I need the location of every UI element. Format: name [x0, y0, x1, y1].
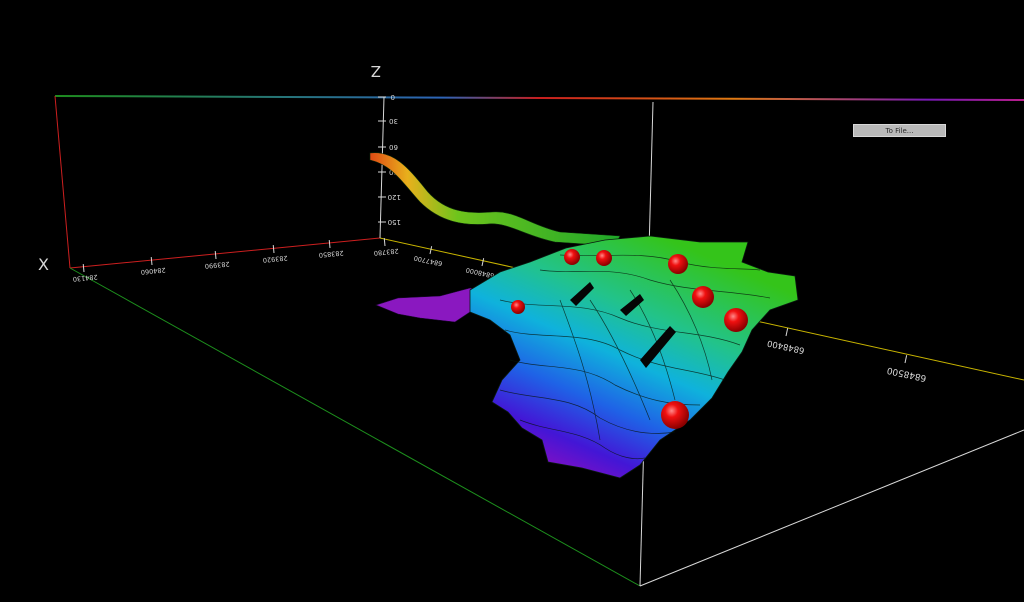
svg-text:284130: 284130: [72, 273, 97, 283]
svg-text:283780: 283780: [373, 247, 398, 257]
surface-ribbon: [369, 152, 621, 247]
box-edge-top: [54, 95, 1024, 101]
box-edge-front-right: [639, 429, 1024, 587]
z-tick: 150: [378, 218, 401, 226]
z-tick: 60: [378, 143, 398, 151]
z-axis: Z 0 30 60 90 120 150: [371, 62, 401, 226]
svg-text:6848400: 6848400: [766, 337, 805, 355]
z-tick: 30: [378, 117, 398, 125]
svg-text:0: 0: [391, 93, 395, 101]
well-marker[interactable]: [668, 254, 688, 274]
x-tick: 283780: [373, 237, 399, 257]
well-marker[interactable]: [661, 401, 689, 429]
svg-text:30: 30: [389, 117, 398, 125]
svg-text:6848500: 6848500: [886, 364, 928, 382]
x-axis-label: X: [38, 255, 49, 274]
well-marker[interactable]: [511, 300, 525, 314]
well-marker[interactable]: [724, 308, 748, 332]
y-tick: 6848400: [766, 328, 806, 355]
svg-text:283990: 283990: [204, 260, 229, 270]
svg-text:120: 120: [388, 193, 401, 201]
to-file-button[interactable]: To File...: [853, 124, 946, 137]
y-tick: 6848500: [886, 355, 928, 383]
box-edge-left: [54, 95, 71, 269]
svg-text:283920: 283920: [262, 254, 287, 264]
well-marker[interactable]: [692, 286, 714, 308]
x-axis: X 284130 284060 283990 283920 283850 283…: [38, 237, 399, 283]
z-axis-line: [379, 96, 385, 239]
svg-text:6847700: 6847700: [413, 254, 443, 268]
surface-main: [469, 235, 799, 479]
z-axis-label: Z: [371, 62, 381, 80]
svg-text:150: 150: [388, 218, 401, 226]
3d-viewport[interactable]: Z 0 30 60 90 120 150 X 284130 284060 283…: [0, 0, 1024, 602]
svg-text:284060: 284060: [140, 266, 165, 276]
svg-text:60: 60: [389, 143, 398, 151]
svg-text:283850: 283850: [318, 249, 343, 259]
well-marker[interactable]: [564, 249, 580, 265]
y-tick: 6848000: [465, 258, 495, 280]
well-marker[interactable]: [596, 250, 612, 266]
